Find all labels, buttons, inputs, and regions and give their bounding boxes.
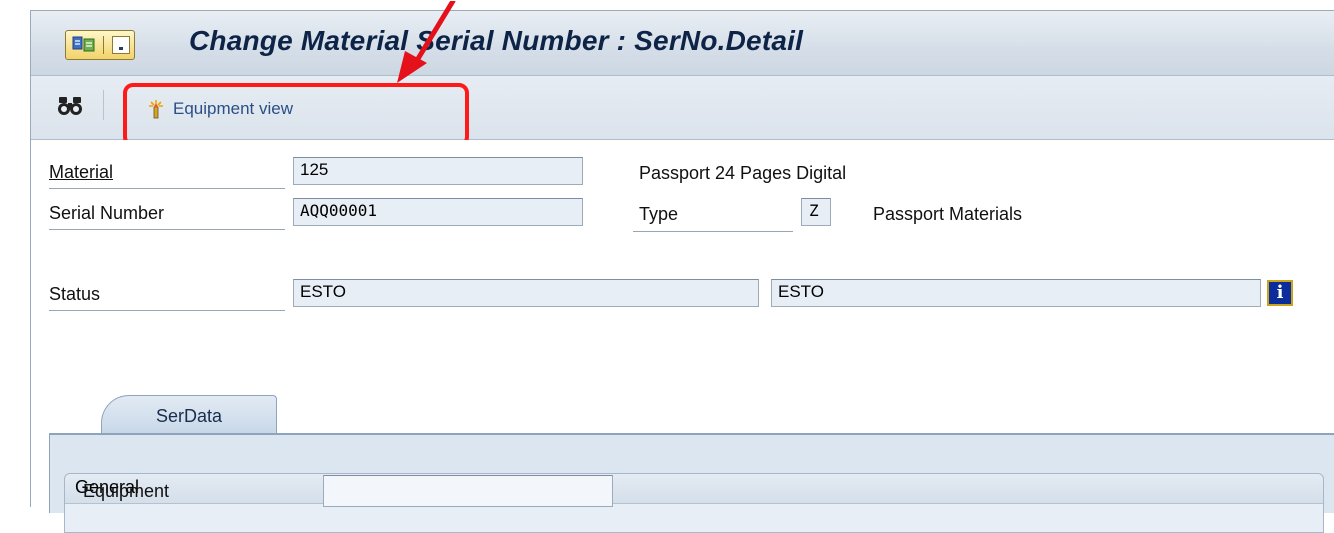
serial-number-label: Serial Number bbox=[49, 203, 165, 223]
status-field-1[interactable]: ESTO bbox=[293, 279, 759, 307]
material-label-line bbox=[49, 188, 285, 189]
toolbar-separator bbox=[103, 90, 104, 120]
tab-serdata[interactable]: SerData bbox=[101, 395, 277, 435]
type-field[interactable]: Z bbox=[801, 198, 831, 226]
tab-panel-serdata: General bbox=[49, 433, 1334, 533]
title-bar: Change Material Serial Number : SerNo.De… bbox=[31, 11, 1334, 76]
status-label: Status bbox=[49, 284, 101, 304]
tab-strip: SerData General bbox=[49, 395, 1334, 533]
menu-separator bbox=[103, 36, 104, 54]
serial-number-field[interactable]: AQQ00001 bbox=[293, 198, 583, 226]
type-label: Type bbox=[639, 204, 679, 224]
type-description: Passport Materials bbox=[873, 204, 1023, 224]
general-group: General bbox=[64, 473, 1324, 533]
material-description: Passport 24 Pages Digital bbox=[639, 163, 847, 183]
info-icon[interactable]: i bbox=[1267, 280, 1293, 306]
equipment-label: Equipment bbox=[83, 481, 170, 501]
binoculars-icon[interactable] bbox=[57, 94, 83, 116]
equipment-field[interactable] bbox=[323, 475, 613, 507]
detail-form: Material 125 Passport 24 Pages Digital S… bbox=[31, 140, 1334, 533]
equipment-view-button[interactable]: Equipment view bbox=[147, 97, 293, 121]
system-menu-button[interactable] bbox=[65, 30, 135, 60]
sap-window: Change Material Serial Number : SerNo.De… bbox=[30, 1, 1334, 533]
equipment-view-label: Equipment view bbox=[173, 99, 294, 118]
application-toolbar: Equipment view bbox=[31, 76, 1334, 147]
status-field-2[interactable]: ESTO bbox=[771, 279, 1261, 307]
general-group-title: General bbox=[65, 474, 1323, 504]
material-label[interactable]: Material bbox=[49, 162, 113, 183]
menu-icon bbox=[72, 36, 95, 52]
page-title: Change Material Serial Number : SerNo.De… bbox=[189, 25, 804, 56]
status-label-line bbox=[49, 310, 285, 311]
type-label-line bbox=[633, 231, 793, 232]
wand-icon bbox=[149, 100, 163, 119]
serial-label-line bbox=[49, 229, 285, 230]
material-field[interactable]: 125 bbox=[293, 157, 583, 185]
chevron-down-icon[interactable] bbox=[112, 36, 130, 54]
